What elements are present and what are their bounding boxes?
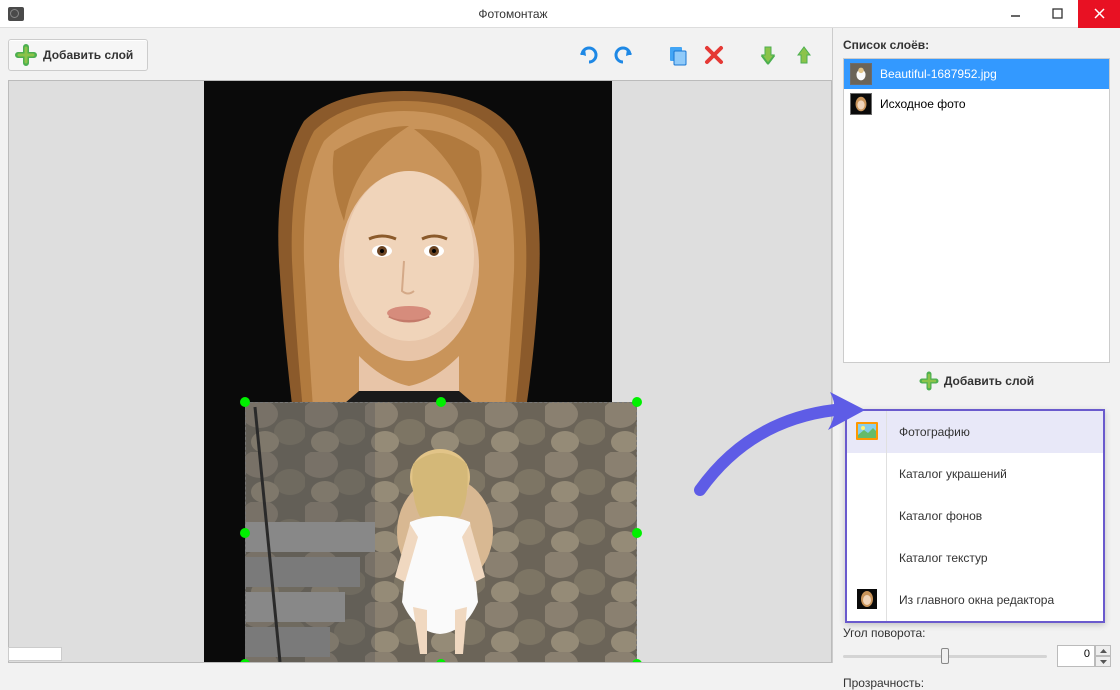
app-icon [8,7,24,21]
titlebar: Фотомонтаж [0,0,1120,28]
resize-handle[interactable] [240,528,250,538]
plus-icon [919,371,939,391]
dropdown-item-decorations[interactable]: Каталог украшений [847,453,1103,495]
layers-list[interactable]: Beautiful-1687952.jpg Исходное фото [843,58,1110,363]
dropdown-label: Каталог фонов [887,509,982,523]
resize-handle[interactable] [240,397,250,407]
dropdown-item-photo[interactable]: Фотографию [847,411,1103,453]
rotation-spinner[interactable]: 0 [1057,645,1111,667]
dropdown-label: Каталог украшений [887,467,1007,481]
resize-handle[interactable] [436,659,446,663]
layers-heading: Список слоёв: [843,38,1110,52]
resize-handle[interactable] [240,659,250,663]
layers-panel: Список слоёв: Beautiful-1687952.jpg Исхо… [832,28,1120,663]
spinner-up[interactable] [1095,645,1111,656]
move-up-button[interactable] [787,39,821,71]
portrait-icon [857,589,877,612]
add-layer-button[interactable]: Добавить слой [8,39,148,71]
resize-handle[interactable] [632,397,642,407]
layer-thumbnail [850,93,872,115]
dropdown-item-from-editor[interactable]: Из главного окна редактора [847,579,1103,621]
rotation-slider[interactable] [843,655,1047,658]
resize-handle[interactable] [632,659,642,663]
minimize-button[interactable] [994,0,1036,28]
layer-label: Исходное фото [880,97,966,111]
undo-button[interactable] [571,39,605,71]
dropdown-label: Из главного окна редактора [887,593,1054,607]
layer-label: Beautiful-1687952.jpg [880,67,997,81]
dropdown-item-textures[interactable]: Каталог текстур [847,537,1103,579]
dropdown-label: Фотографию [887,425,970,439]
add-layer-dropdown: Фотографию Каталог украшений Каталог фон… [845,409,1105,623]
resize-handle[interactable] [632,528,642,538]
layer-item[interactable]: Beautiful-1687952.jpg [844,59,1109,89]
move-down-button[interactable] [751,39,785,71]
rotation-value[interactable]: 0 [1057,645,1095,667]
canvas[interactable] [8,80,832,663]
add-layer-button-panel[interactable]: Добавить слой [843,371,1110,391]
window-title: Фотомонтаж [32,7,994,21]
dropdown-label: Каталог текстур [887,551,988,565]
copy-button[interactable] [661,39,695,71]
opacity-label: Прозрачность: [843,676,924,690]
slider-thumb[interactable] [941,648,949,664]
image-icon [856,422,878,443]
redo-button[interactable] [607,39,641,71]
close-button[interactable] [1078,0,1120,28]
status-stub [8,647,62,661]
add-layer-label: Добавить слой [944,374,1034,388]
layer-item[interactable]: Исходное фото [844,89,1109,119]
resize-handle[interactable] [436,397,446,407]
toolbar: Добавить слой [8,36,832,74]
layer-thumbnail [850,63,872,85]
spinner-down[interactable] [1095,656,1111,667]
dropdown-item-backgrounds[interactable]: Каталог фонов [847,495,1103,537]
plus-icon [15,44,37,66]
delete-button[interactable] [697,39,731,71]
overlay-layer[interactable] [245,402,637,663]
maximize-button[interactable] [1036,0,1078,28]
rotation-label: Угол поворота: [843,626,925,640]
add-layer-label: Добавить слой [43,48,133,62]
